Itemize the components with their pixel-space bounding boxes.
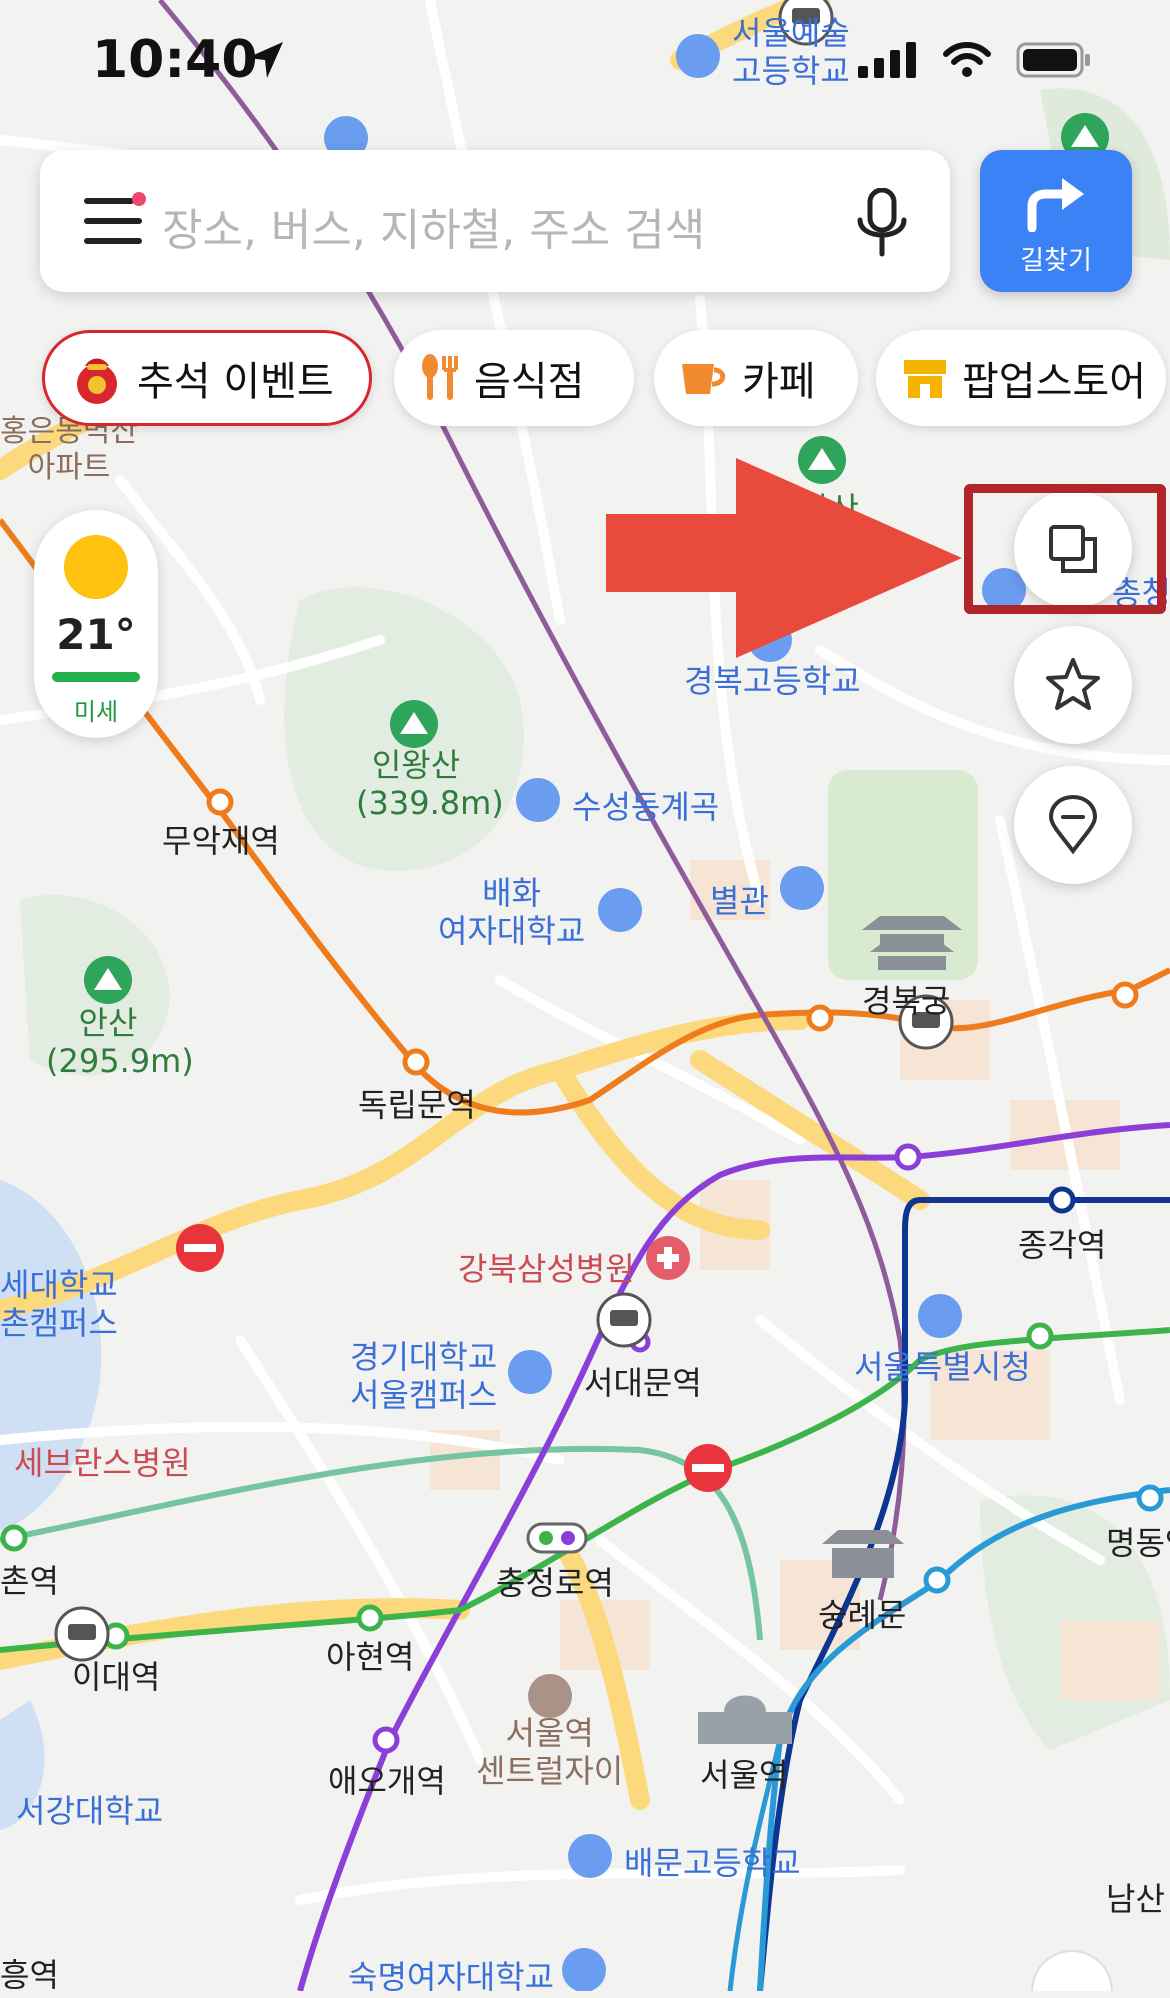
annotation-highlight-box <box>964 484 1166 614</box>
search-bar[interactable]: 장소, 버스, 지하철, 주소 검색 <box>40 150 950 292</box>
menu-icon[interactable] <box>84 192 146 246</box>
label-baemun[interactable]: 배문고등학교 <box>624 1838 801 1884</box>
label-byeolgwan[interactable]: 별관 <box>710 876 769 922</box>
station-marker-gwanghwamun[interactable] <box>894 1143 922 1171</box>
label-seoul-central-xi[interactable]: 서울역 센트럴자이 <box>476 1714 623 1790</box>
weather-widget[interactable]: 21° 미세 <box>34 510 158 738</box>
station-marker-hoehyeon[interactable] <box>923 1566 951 1594</box>
star-icon <box>1046 658 1100 710</box>
favorites-button[interactable] <box>1014 626 1132 744</box>
no-entry-icon <box>684 1444 732 1492</box>
label-aeogae[interactable]: 애오개역 <box>328 1756 446 1802</box>
location-pin-icon <box>1048 795 1098 855</box>
government-icon <box>780 866 824 910</box>
station-marker-anguk[interactable] <box>1111 981 1139 1009</box>
no-entry-icon <box>176 1224 224 1272</box>
station-marker-myeongdong[interactable] <box>1136 1484 1164 1512</box>
label-dongnimmun[interactable]: 독립문역 <box>358 1080 476 1126</box>
mountain-icon <box>390 700 438 748</box>
lucky-bag-icon <box>71 352 123 404</box>
coffee-cup-icon <box>680 358 728 398</box>
label-namsan[interactable]: 남산 <box>1106 1874 1165 1920</box>
location-arrow-icon <box>247 42 283 78</box>
station-marker-gyeongbokgung[interactable] <box>806 1004 834 1032</box>
annotation-arrow-icon <box>606 458 962 658</box>
chip-restaurant[interactable]: 음식점 <box>394 330 634 426</box>
apartment-icon <box>528 1674 572 1718</box>
sungnyemun-landmark <box>822 1530 904 1578</box>
chip-popup-store[interactable]: 팝업스토어 <box>876 330 1166 426</box>
chip-label: 음식점 <box>474 359 585 405</box>
chip-label: 추석 이벤트 <box>137 359 334 405</box>
air-quality-bar <box>52 672 140 682</box>
directions-label: 길찾기 <box>1020 246 1092 276</box>
label-kangbuk-samsung[interactable]: 강북삼성병원 <box>458 1244 635 1290</box>
signal-icon <box>858 42 916 78</box>
notification-dot <box>132 192 146 206</box>
label-seoul-station[interactable]: 서울역 <box>700 1750 788 1796</box>
search-input[interactable]: 장소, 버스, 지하철, 주소 검색 <box>162 194 705 258</box>
cctv-icon <box>596 1292 652 1348</box>
label-heung[interactable]: 흥역 <box>0 1950 59 1996</box>
air-quality-label: 미세 <box>73 698 119 726</box>
status-bar: 10:40 <box>0 0 1170 130</box>
status-time: 10:40 <box>92 30 258 90</box>
label-inwangsan[interactable]: 인왕산 (339.8m) <box>356 746 504 822</box>
sun-icon <box>64 535 128 599</box>
label-yonsei[interactable]: 세대학교 촌캠퍼스 <box>0 1266 118 1342</box>
label-jonggak[interactable]: 종각역 <box>1018 1220 1106 1266</box>
label-severance[interactable]: 세브란스병원 <box>14 1438 191 1484</box>
station-marker-cityhall[interactable] <box>1026 1322 1054 1350</box>
label-seoul-city-hall[interactable]: 서울특별시청 <box>854 1342 1031 1388</box>
station-marker-sinchon[interactable] <box>0 1524 28 1552</box>
landmark-icon <box>516 778 560 822</box>
label-ansan[interactable]: 안산 (295.9m) <box>46 1004 194 1080</box>
label-idae[interactable]: 이대역 <box>72 1652 160 1698</box>
chip-chuseok-event[interactable]: 추석 이벤트 <box>42 330 372 426</box>
chip-cafe[interactable]: 카페 <box>654 330 858 426</box>
government-icon <box>918 1294 962 1338</box>
fork-knife-icon <box>420 354 460 402</box>
chip-label: 카페 <box>742 359 816 405</box>
station-marker-ahyeon[interactable] <box>356 1604 384 1632</box>
mountain-icon <box>84 956 132 1004</box>
label-sogang[interactable]: 서강대학교 <box>16 1786 163 1832</box>
label-sinchon[interactable]: 촌역 <box>0 1556 59 1602</box>
battery-icon <box>1016 42 1090 78</box>
station-marker-dongnimmun[interactable] <box>402 1048 430 1076</box>
label-gyeongbok-hs[interactable]: 경복고등학교 <box>684 656 861 702</box>
label-gyeongbokgung[interactable]: 경복궁 <box>862 976 950 1022</box>
directions-button[interactable]: 길찾기 <box>980 150 1132 292</box>
school-icon <box>508 1350 552 1394</box>
station-marker-chungjeongno[interactable] <box>526 1522 588 1554</box>
label-muakjae[interactable]: 무악재역 <box>162 816 280 862</box>
wifi-icon <box>943 42 991 77</box>
turn-right-arrow-icon <box>1027 178 1084 232</box>
school-icon <box>562 1948 606 1991</box>
map-canvas[interactable] <box>0 0 1170 1991</box>
school-icon <box>598 888 642 932</box>
weather-temperature: 21° <box>56 610 136 659</box>
label-myeongdong[interactable]: 명동역 <box>1106 1518 1170 1564</box>
school-icon <box>568 1834 612 1878</box>
station-marker-jonggak[interactable] <box>1048 1186 1076 1214</box>
label-ahyeon[interactable]: 아현역 <box>326 1632 414 1678</box>
label-chungjeongno[interactable]: 충정로역 <box>496 1558 614 1604</box>
station-marker-muakjae[interactable] <box>206 788 234 816</box>
label-suseong-valley[interactable]: 수성동계곡 <box>572 782 719 828</box>
label-seodaemun[interactable]: 서대문역 <box>584 1358 702 1404</box>
label-sungnyemun[interactable]: 숭례문 <box>818 1590 906 1636</box>
my-location-button[interactable] <box>1014 766 1132 884</box>
label-kyonggi[interactable]: 경기대학교 서울캠퍼스 <box>350 1338 497 1414</box>
microphone-icon[interactable] <box>852 188 912 258</box>
label-sookmyung[interactable]: 숙명여자대학교 <box>348 1952 554 1998</box>
station-marker-aeogae[interactable] <box>372 1726 400 1754</box>
chip-label: 팝업스토어 <box>962 359 1146 405</box>
label-baehwa[interactable]: 배화 여자대학교 <box>438 874 585 950</box>
store-icon <box>902 356 948 400</box>
